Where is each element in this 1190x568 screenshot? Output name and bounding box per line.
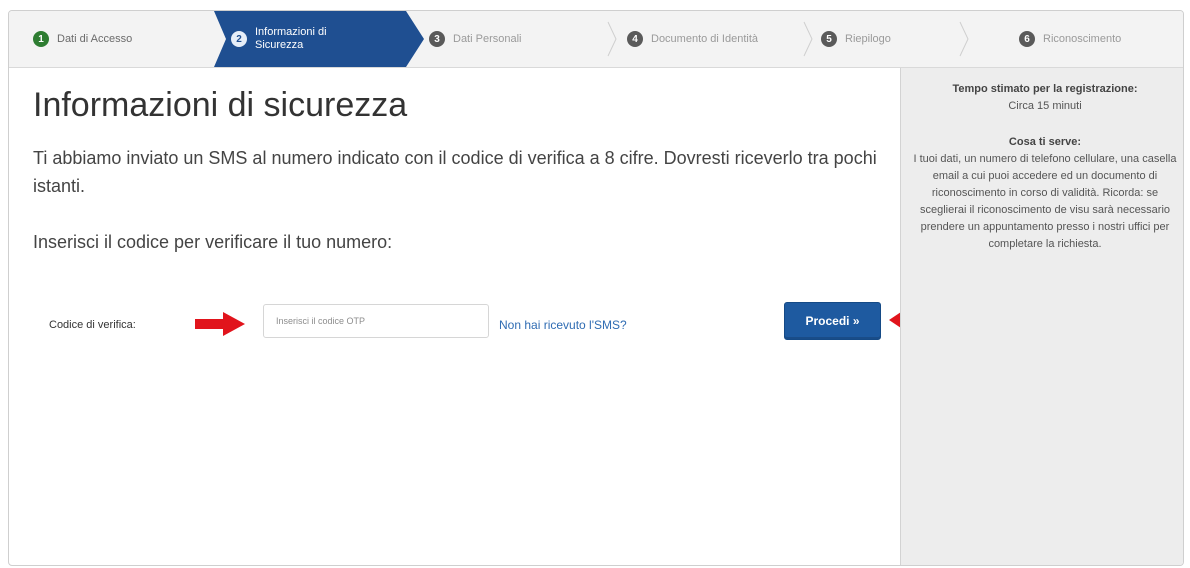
step-dati-personali[interactable]: 3 Dati Personali	[429, 11, 521, 67]
step-separator-icon	[959, 21, 969, 57]
step-2-label: Informazioni di Sicurezza	[255, 26, 327, 51]
step-2-number: 2	[231, 31, 247, 47]
step-riconoscimento[interactable]: 6 Riconoscimento	[1019, 11, 1121, 67]
step-riepilogo[interactable]: 5 Riepilogo	[821, 11, 891, 67]
step-1-label: Dati di Accesso	[57, 33, 133, 45]
estimated-time-heading: Tempo stimato per la registrazione:	[952, 83, 1138, 95]
step-separator-icon	[607, 21, 617, 57]
estimated-time-value: Circa 15 minuti	[1008, 100, 1082, 112]
step-separator-icon	[803, 21, 813, 57]
progress-stepper: 1 Dati di Accesso 2 Informazioni di Sicu…	[9, 11, 1183, 68]
step-dati-accesso[interactable]: 1 Dati di Accesso	[33, 11, 132, 67]
requirements-block: Cosa ti serve: I tuoi dati, un numero di…	[911, 134, 1179, 253]
requirements-text: I tuoi dati, un numero di telefono cellu…	[913, 153, 1177, 250]
step-3-number: 3	[429, 31, 445, 47]
proceed-button[interactable]: Procedi »	[784, 302, 881, 340]
step-5-label: Riepilogo	[845, 33, 891, 45]
info-sidebar: Tempo stimato per la registrazione: Circ…	[900, 68, 1183, 565]
page-title: Informazioni di sicurezza	[33, 86, 408, 124]
step-4-number: 4	[627, 31, 643, 47]
verification-code-label: Codice di verifica:	[49, 319, 136, 331]
arrow-right-icon	[195, 312, 245, 336]
otp-code-input[interactable]	[263, 304, 489, 338]
requirements-heading: Cosa ti serve:	[1008, 136, 1082, 148]
step-documento-identita[interactable]: 4 Documento di Identità	[627, 11, 758, 67]
registration-panel: 1 Dati di Accesso 2 Informazioni di Sicu…	[8, 10, 1184, 566]
estimated-time-block: Tempo stimato per la registrazione: Circ…	[911, 82, 1179, 114]
step-informazioni-sicurezza[interactable]: 2 Informazioni di Sicurezza	[231, 11, 345, 67]
resend-sms-link[interactable]: Non hai ricevuto l'SMS?	[499, 318, 627, 332]
main-content: Informazioni di sicurezza Ti abbiamo inv…	[9, 68, 939, 565]
intro-text: Ti abbiamo inviato un SMS al numero indi…	[33, 148, 877, 196]
step-3-label: Dati Personali	[453, 33, 522, 45]
step-4-label: Documento di Identità	[651, 33, 759, 45]
step-5-number: 5	[821, 31, 837, 47]
step-6-label: Riconoscimento	[1043, 33, 1122, 45]
step-1-number: 1	[33, 31, 49, 47]
step-6-number: 6	[1019, 31, 1035, 47]
verification-prompt: Inserisci il codice per verificare il tu…	[33, 232, 393, 252]
